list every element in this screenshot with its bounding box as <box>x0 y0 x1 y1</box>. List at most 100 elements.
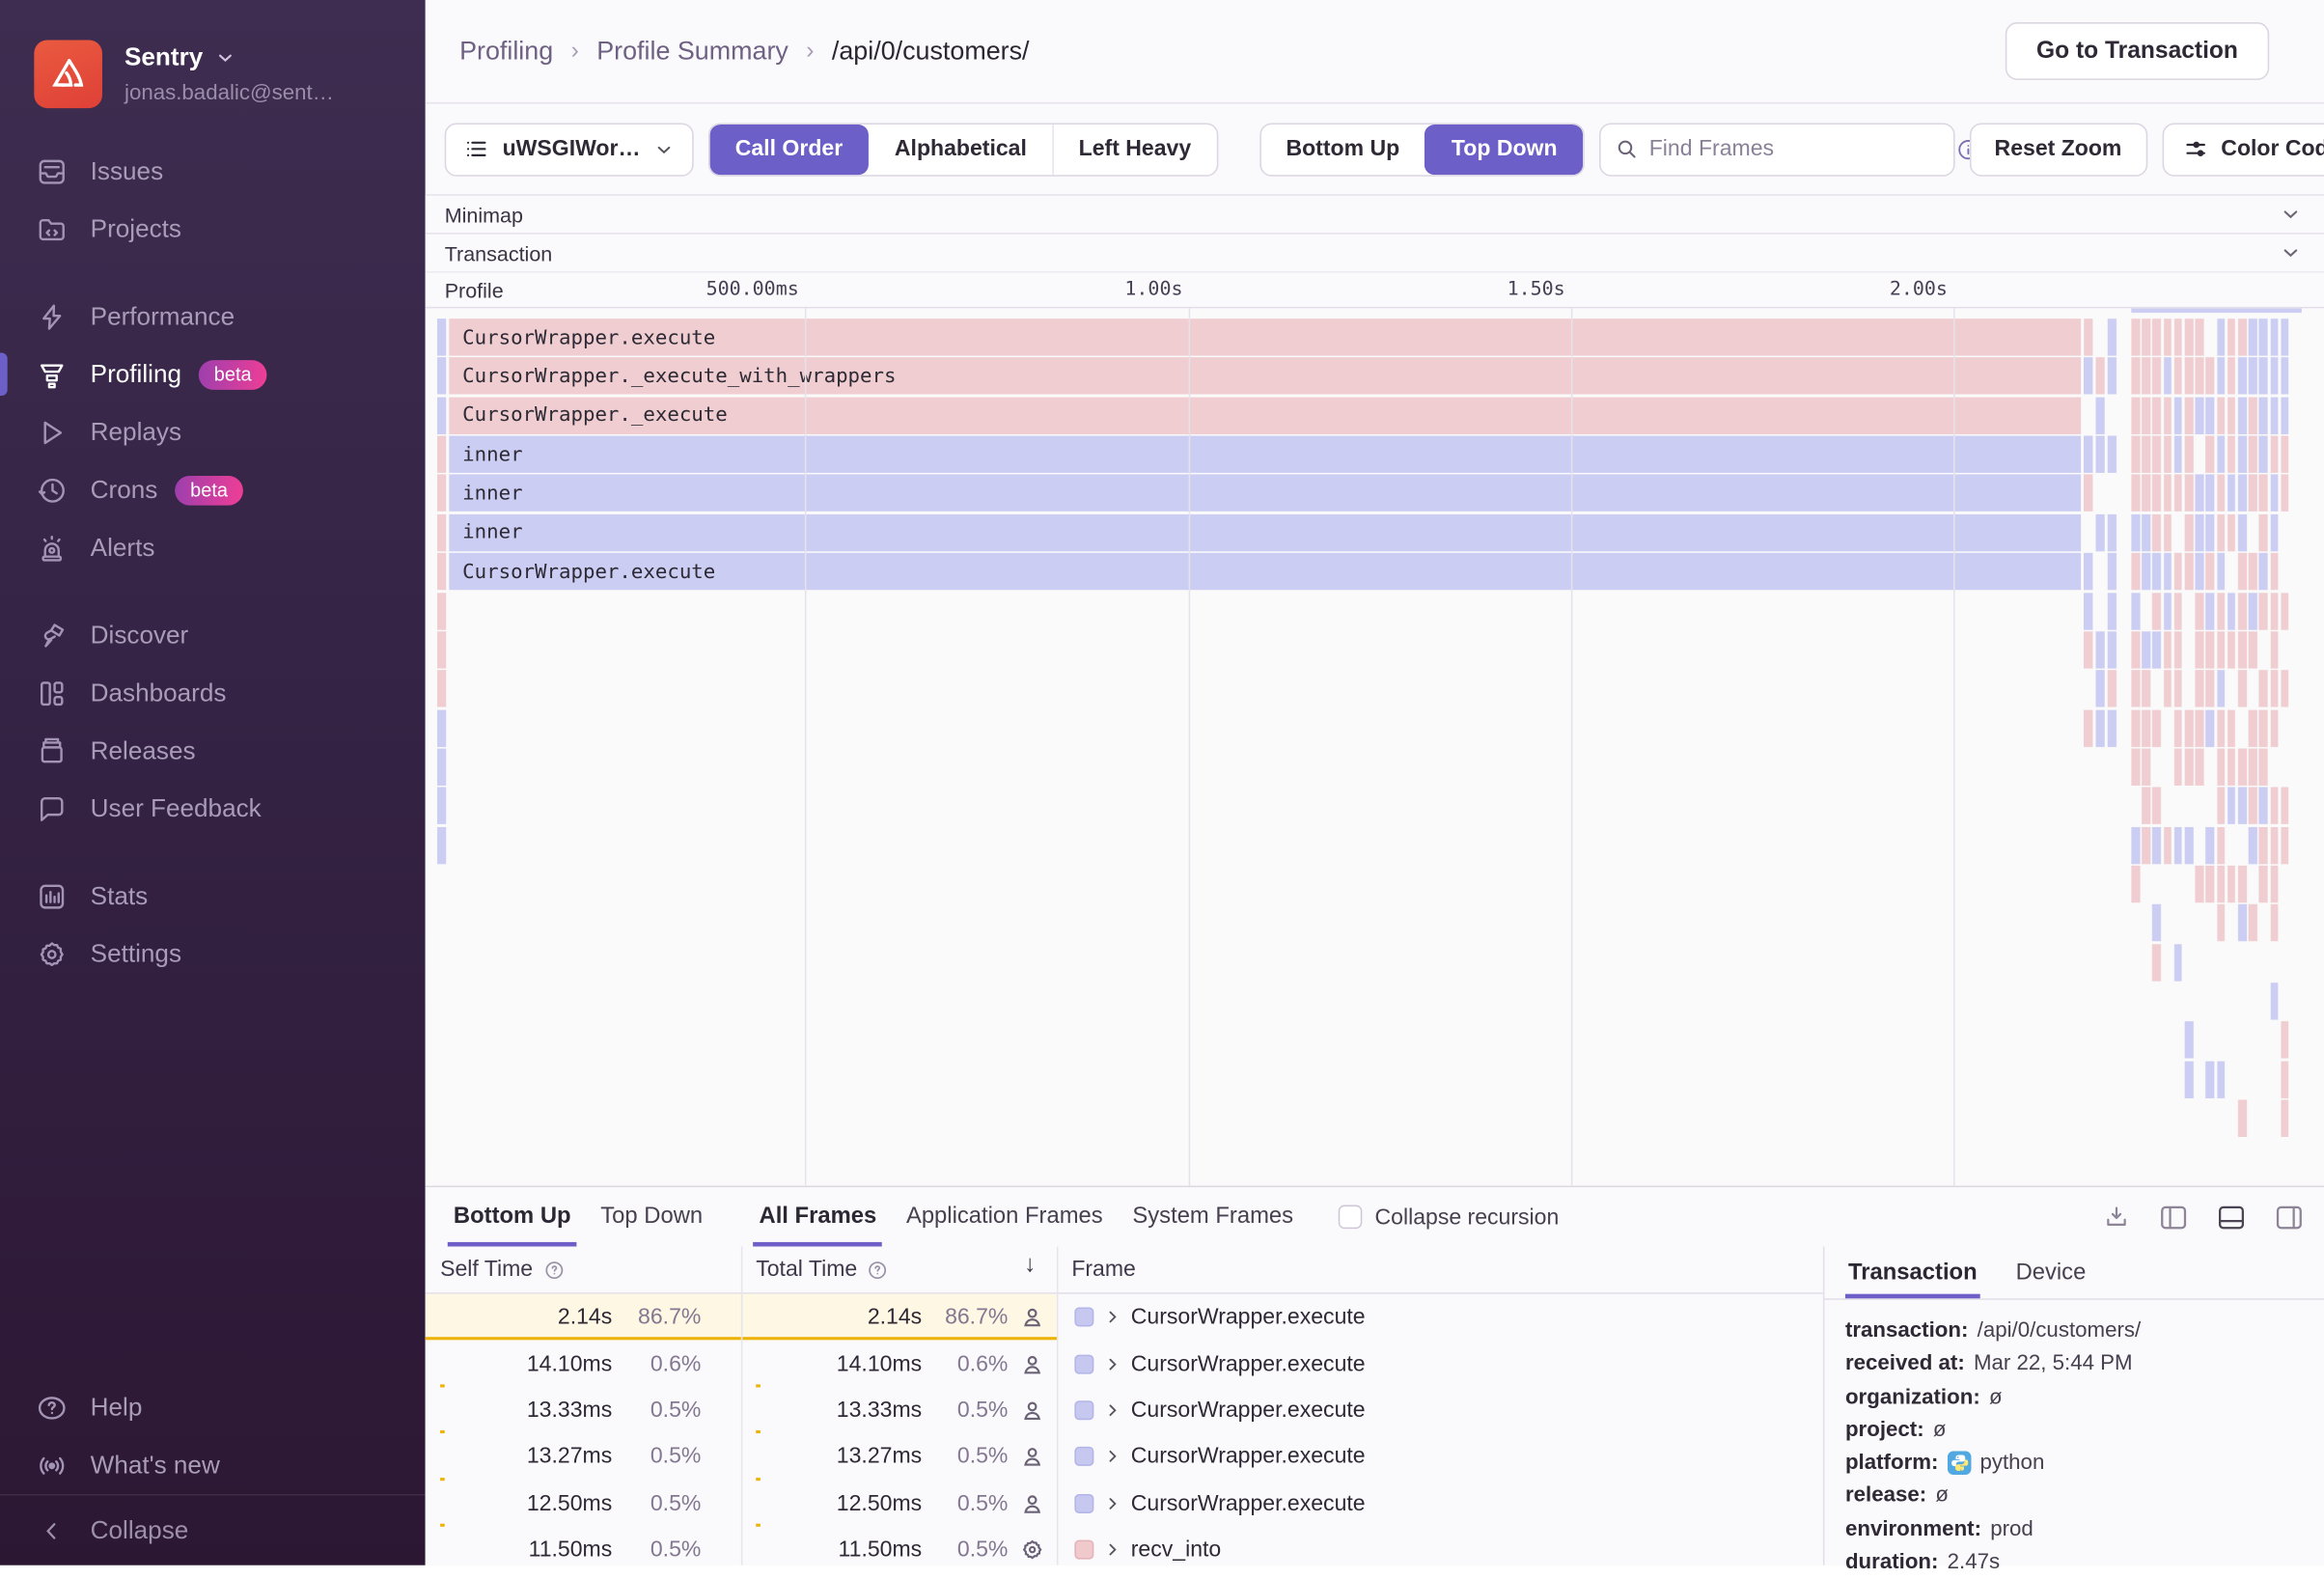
go-to-transaction-button[interactable]: Go to Transaction <box>2005 22 2270 80</box>
flame-frame-cell[interactable] <box>2142 630 2150 669</box>
flame-frame-cell[interactable] <box>437 826 447 864</box>
flame-frame-cell[interactable] <box>2131 397 2140 434</box>
flame-frame-cell[interactable] <box>2131 670 2140 707</box>
flame-frame-cell[interactable] <box>2205 435 2215 474</box>
flame-frame-cell[interactable] <box>2237 513 2247 551</box>
flame-frame-bar[interactable]: CursorWrapper._execute <box>449 397 2082 434</box>
flame-frame-cell[interactable] <box>2227 865 2236 903</box>
flame-frame-cell[interactable] <box>2152 397 2162 434</box>
flame-frame-cell[interactable] <box>2163 397 2172 434</box>
flame-frame-cell[interactable] <box>437 397 447 434</box>
flame-frame-cell[interactable] <box>2131 865 2140 903</box>
flame-frame-cell[interactable] <box>2216 670 2226 707</box>
sidebar-item-discover[interactable]: Discover <box>0 606 426 664</box>
sidebar-item-stats[interactable]: Stats <box>0 867 426 925</box>
flame-frame-cell[interactable] <box>2216 319 2226 356</box>
flame-frame-cell[interactable] <box>2152 904 2162 942</box>
flame-frame-cell[interactable] <box>2184 319 2194 356</box>
flame-frame-cell[interactable] <box>2270 435 2279 474</box>
sidebar-item-releases[interactable]: Releases <box>0 722 426 780</box>
flame-frame-cell[interactable] <box>2237 865 2247 903</box>
flame-frame-cell[interactable] <box>2281 787 2289 825</box>
flame-frame-cell[interactable] <box>2227 630 2236 669</box>
flame-frame-cell[interactable] <box>2142 357 2150 396</box>
table-row[interactable]: 14.10ms 0.6% 14.10ms 0.6% CursorWrapper.exec… <box>426 1341 1823 1388</box>
flame-frame-cell[interactable] <box>2142 475 2150 512</box>
flame-frame-cell[interactable] <box>2173 319 2183 356</box>
flame-frame-cell[interactable] <box>2270 904 2279 942</box>
flame-frame-cell[interactable] <box>2173 748 2183 786</box>
flame-frame-cell[interactable] <box>2142 826 2150 864</box>
flame-frame-cell[interactable] <box>437 475 447 512</box>
flame-frame-cell[interactable] <box>2237 319 2247 356</box>
flame-frame-cell[interactable] <box>2205 708 2215 747</box>
flame-frame-cell[interactable] <box>2184 513 2194 551</box>
breadcrumb-item[interactable]: Profiling <box>459 36 553 67</box>
table-row[interactable]: 2.14s 86.7% 2.14s 86.7% CursorWrapper.execut… <box>425 1293 1823 1341</box>
flame-frame-cell[interactable] <box>2248 748 2257 786</box>
sidebar-item-replays[interactable]: Replays <box>0 403 426 461</box>
details-tab-device[interactable]: Device <box>2012 1247 2089 1299</box>
flame-frame-cell[interactable] <box>2237 357 2247 396</box>
sidebar-item-profiling[interactable]: Profiling beta <box>0 346 426 403</box>
flame-frame-cell[interactable] <box>2152 826 2162 864</box>
flame-frame-cell[interactable] <box>2184 1061 2194 1098</box>
flame-frame-cell[interactable] <box>2237 670 2247 707</box>
flame-frame-cell[interactable] <box>2152 357 2162 396</box>
flame-frame-cell[interactable] <box>2131 826 2140 864</box>
flame-frame-cell[interactable] <box>2107 670 2116 707</box>
flame-frame-cell[interactable] <box>2227 708 2236 747</box>
flame-frame-cell[interactable] <box>2259 748 2268 786</box>
flame-frame-cell[interactable] <box>2259 397 2268 434</box>
flame-frame-cell[interactable] <box>2131 319 2140 356</box>
flame-frame-cell[interactable] <box>2142 787 2150 825</box>
flame-frame-cell[interactable] <box>437 319 447 356</box>
flame-frame-cell[interactable] <box>2184 748 2194 786</box>
flame-frame-cell[interactable] <box>2227 357 2236 396</box>
tab-top-down[interactable]: Top Down <box>586 1187 718 1246</box>
flame-frame-cell[interactable] <box>2248 357 2257 396</box>
flame-frame-cell[interactable] <box>2216 826 2226 864</box>
flame-frame-cell[interactable] <box>2259 357 2268 396</box>
flame-frame-cell[interactable] <box>2281 319 2289 356</box>
flame-frame-cell[interactable] <box>2107 630 2116 669</box>
flame-frame-cell[interactable] <box>2237 435 2247 474</box>
flame-frame-cell[interactable] <box>2163 513 2172 551</box>
tab-bottom-up[interactable]: Bottom Up <box>439 1187 586 1247</box>
flame-frame-cell[interactable] <box>2163 435 2172 474</box>
flame-frame-cell[interactable] <box>2095 357 2105 396</box>
flame-frame-cell[interactable] <box>2173 475 2183 512</box>
flame-frame-cell[interactable] <box>2227 319 2236 356</box>
flame-frame-cell[interactable] <box>2270 397 2279 434</box>
flame-frame-bar[interactable]: CursorWrapper.execute <box>449 552 2082 591</box>
flame-frame-cell[interactable] <box>2237 592 2247 629</box>
collapse-recursion-checkbox[interactable] <box>1338 1205 1362 1230</box>
flame-frame-cell[interactable] <box>2205 475 2215 512</box>
flame-frame-cell[interactable] <box>2259 552 2268 591</box>
tab-all-frames[interactable]: All Frames <box>744 1187 891 1247</box>
sidebar-item-what-s-new[interactable]: What's new <box>0 1436 426 1494</box>
flame-frame-cell[interactable] <box>2216 552 2226 591</box>
total-time-header[interactable]: Total Time <box>756 1257 857 1282</box>
flame-frame-cell[interactable] <box>2084 592 2092 629</box>
flame-frame-cell[interactable] <box>2281 1021 2289 1059</box>
flame-frame-cell[interactable] <box>2216 787 2226 825</box>
flame-frame-cell[interactable] <box>2195 513 2204 551</box>
flame-frame-cell[interactable] <box>2131 708 2140 747</box>
flame-frame-cell[interactable] <box>2205 552 2215 591</box>
flame-frame-cell[interactable] <box>2142 319 2150 356</box>
flame-frame-cell[interactable] <box>2173 826 2183 864</box>
flame-frame-cell[interactable] <box>2205 397 2215 434</box>
flame-frame-cell[interactable] <box>2270 983 2279 1020</box>
tab-system-frames[interactable]: System Frames <box>1118 1187 1308 1246</box>
flame-frame-cell[interactable] <box>2163 552 2172 591</box>
flame-frame-cell[interactable] <box>2237 748 2247 786</box>
flame-frame-cell[interactable] <box>437 748 447 786</box>
flame-frame-cell[interactable] <box>2205 513 2215 551</box>
expand-chevron-icon[interactable] <box>1104 1356 1120 1372</box>
flame-frame-cell[interactable] <box>2259 435 2268 474</box>
flame-frame-cell[interactable] <box>2270 826 2279 864</box>
flame-frame-cell[interactable] <box>2227 592 2236 629</box>
flame-frame-cell[interactable] <box>2205 865 2215 903</box>
flame-frame-bar[interactable]: inner <box>449 435 2082 474</box>
